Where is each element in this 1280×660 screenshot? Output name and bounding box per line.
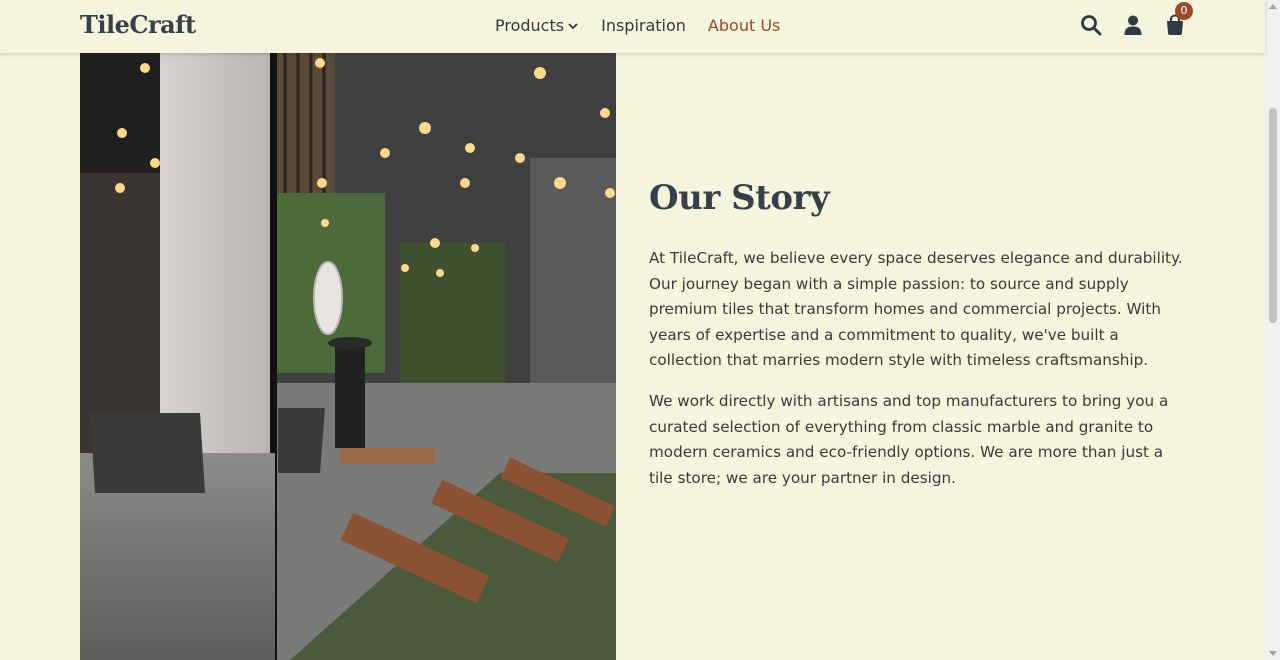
nav-item-label: Products xyxy=(495,16,565,35)
nav-item-label: About Us xyxy=(707,16,781,35)
cart-count-badge: 0 xyxy=(1175,2,1193,20)
user-icon xyxy=(1124,15,1142,35)
nav-item-products[interactable]: Products xyxy=(495,16,579,35)
search-button[interactable] xyxy=(1080,14,1102,36)
scroll-up-icon[interactable] xyxy=(1269,4,1277,9)
cart-button[interactable]: 0 xyxy=(1164,2,1193,36)
story-paragraph: We work directly with artisans and top m… xyxy=(649,391,1169,487)
our-story-section: Our Story At TileCraft, we believe every… xyxy=(649,178,1189,506)
nav-item-label: Inspiration xyxy=(601,16,686,35)
page-scrollbar[interactable] xyxy=(1265,0,1280,660)
account-button[interactable] xyxy=(1122,14,1144,36)
scroll-down-icon[interactable] xyxy=(1269,651,1277,656)
scrollbar-thumb[interactable] xyxy=(1269,108,1277,323)
nav-item-about-us[interactable]: About Us xyxy=(708,16,780,35)
site-header: TileCraft Products Inspiration About Us … xyxy=(0,0,1265,53)
search-icon xyxy=(1081,15,1102,36)
chevron-down-icon xyxy=(568,22,578,29)
brand-logo[interactable]: TileCraft xyxy=(80,10,196,39)
section-title: Our Story xyxy=(649,178,830,218)
nav-item-inspiration[interactable]: Inspiration xyxy=(601,16,686,35)
story-paragraph: At TileCraft, we believe every space des… xyxy=(649,249,1183,370)
header-actions: 0 xyxy=(1080,2,1193,36)
showroom-photo xyxy=(80,53,616,660)
main-nav: Products Inspiration About Us xyxy=(495,16,780,35)
